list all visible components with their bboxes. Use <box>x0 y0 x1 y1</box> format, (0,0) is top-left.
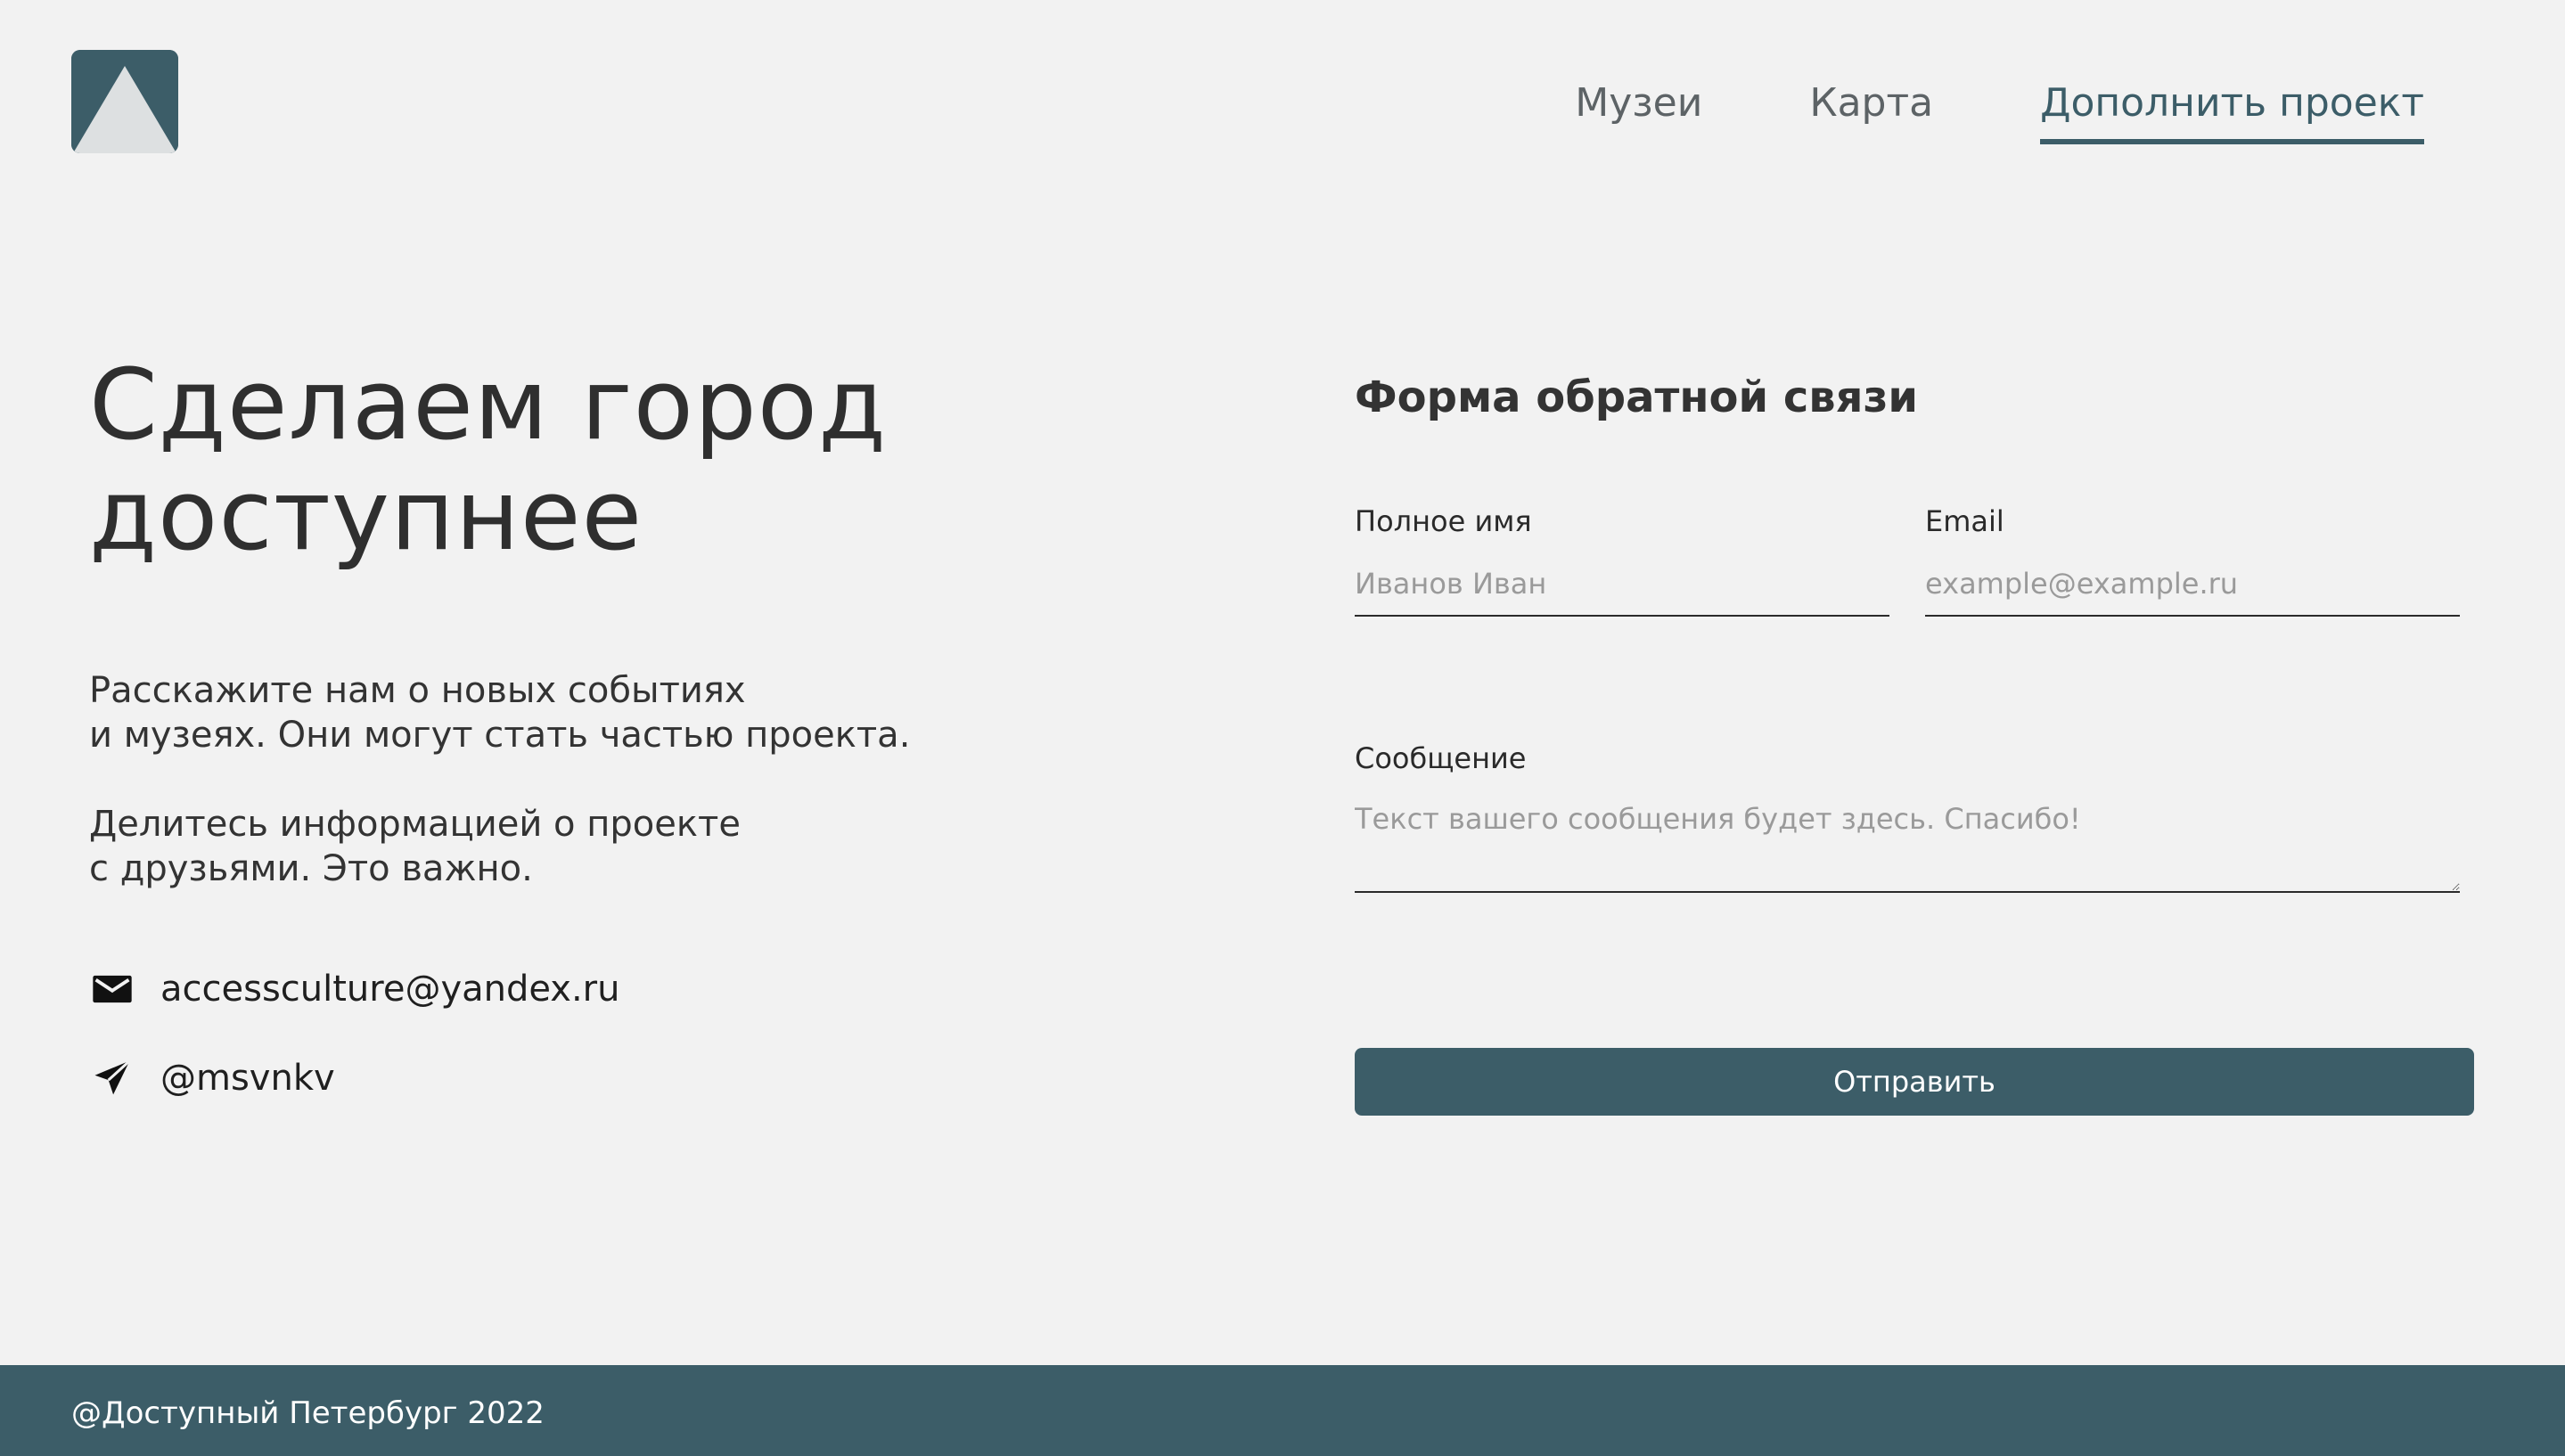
site-logo[interactable] <box>71 50 178 153</box>
nav-item-contribute[interactable]: Дополнить проект <box>2040 77 2424 144</box>
footer: @Доступный Петербург 2022 <box>0 1365 2565 1456</box>
message-textarea[interactable] <box>1355 791 2460 893</box>
contact-telegram-text[interactable]: @msvnkv <box>160 1058 335 1099</box>
contact-telegram: @msvnkv <box>89 1055 335 1101</box>
mountain-logo-icon <box>71 50 178 153</box>
email-label: Email <box>1925 504 2004 538</box>
page: Музеи Карта Дополнить проект Сделаем гор… <box>0 0 2565 1456</box>
footer-copyright: @Доступный Петербург 2022 <box>71 1395 545 1431</box>
full-name-input[interactable] <box>1355 552 1889 617</box>
full-name-label: Полное имя <box>1355 504 1532 538</box>
submit-button[interactable]: Отправить <box>1355 1048 2474 1116</box>
form-title: Форма обратной связи <box>1355 372 1918 422</box>
envelope-icon <box>89 966 135 1012</box>
email-input[interactable] <box>1925 552 2460 617</box>
paper-plane-icon <box>89 1055 135 1101</box>
message-label: Сообщение <box>1355 741 1527 775</box>
contact-email-text[interactable]: accessculture@yandex.ru <box>160 969 619 1010</box>
nav-item-map[interactable]: Карта <box>1809 77 1933 139</box>
main-nav: Музеи Карта Дополнить проект <box>1575 77 2424 144</box>
intro-paragraph: Расскажите нам о новых событиях и музеях… <box>89 670 911 756</box>
page-title: Сделаем город доступнее <box>89 348 888 572</box>
share-paragraph: Делитесь информацией о проекте с друзьям… <box>89 804 741 889</box>
contact-email: accessculture@yandex.ru <box>89 966 619 1012</box>
nav-item-museums[interactable]: Музеи <box>1575 77 1702 139</box>
